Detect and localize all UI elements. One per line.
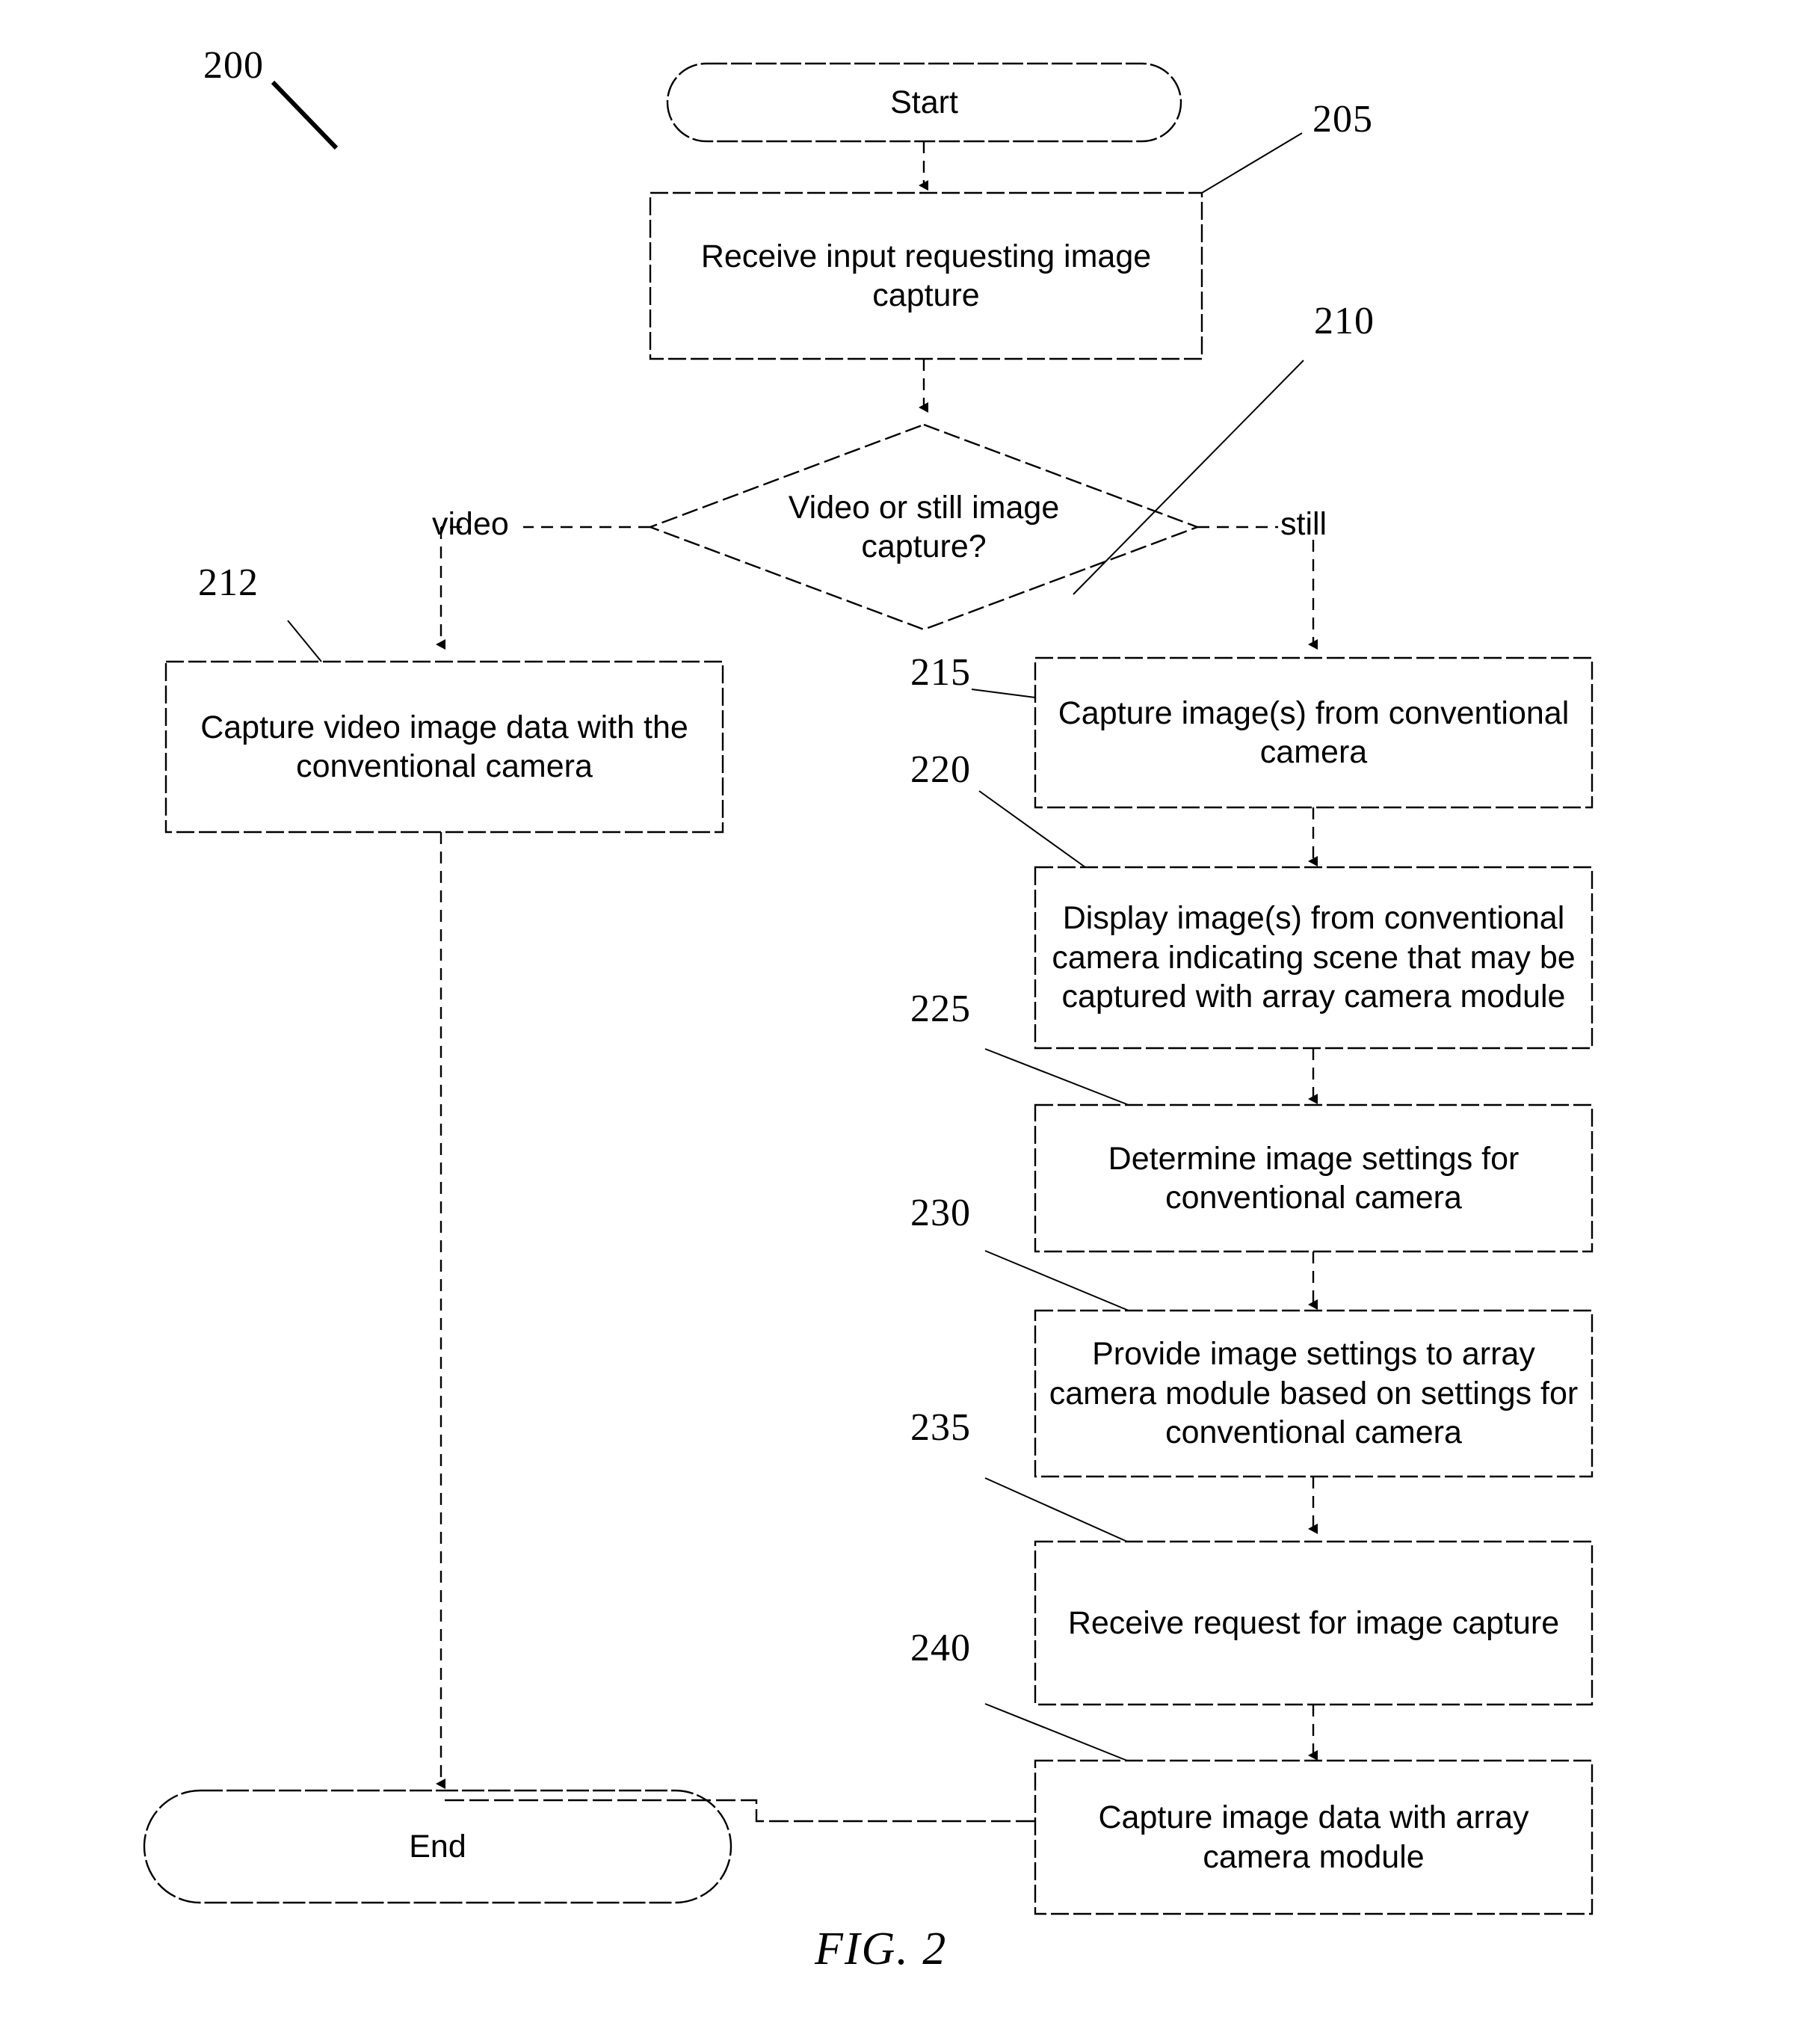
- ref-label-240: 240: [910, 1627, 971, 1669]
- ref-label-230: 230: [910, 1192, 971, 1234]
- ref-label-220: 220: [910, 748, 971, 791]
- ref-label-215: 215: [910, 651, 971, 694]
- leader-line-225: [984, 1048, 1129, 1106]
- edge-label-still: still: [1280, 506, 1327, 542]
- box-235-shape: [1034, 1540, 1594, 1706]
- end-node-shape: [143, 1789, 732, 1904]
- ref-label-205: 205: [1312, 98, 1373, 141]
- box-230-shape: [1034, 1309, 1594, 1478]
- leader-line-230: [984, 1250, 1129, 1311]
- edge-240-to-end: [441, 1799, 1035, 1823]
- box-205-shape: [649, 191, 1203, 360]
- ref-label-212: 212: [198, 561, 259, 604]
- leader-line-220: [978, 790, 1086, 868]
- leader-line-200: [271, 80, 339, 150]
- box-240-shape: [1034, 1759, 1594, 1915]
- start-node-shape: [666, 62, 1182, 143]
- leader-line-240: [984, 1703, 1128, 1761]
- leader-line-215: [971, 689, 1036, 698]
- leader-line-205: [1201, 132, 1303, 194]
- figure-caption: FIG. 2: [815, 1924, 948, 1974]
- box-215-shape: [1034, 656, 1594, 809]
- diagram-ref-200: 200: [203, 44, 264, 87]
- box-212-shape: [164, 660, 724, 834]
- box-220-shape: [1034, 866, 1594, 1050]
- leader-line-210: [1073, 360, 1304, 595]
- box-225-shape: [1034, 1103, 1594, 1253]
- ref-label-210: 210: [1314, 300, 1375, 342]
- figure-canvas: 200 Start 205 Receive input requesting i…: [0, 0, 1820, 2026]
- diamond-210-shape: [647, 423, 1200, 631]
- ref-label-225: 225: [910, 988, 971, 1030]
- leader-line-212: [287, 620, 322, 662]
- ref-label-235: 235: [910, 1406, 971, 1449]
- edge-label-video: video: [432, 506, 509, 542]
- leader-line-235: [984, 1477, 1128, 1542]
